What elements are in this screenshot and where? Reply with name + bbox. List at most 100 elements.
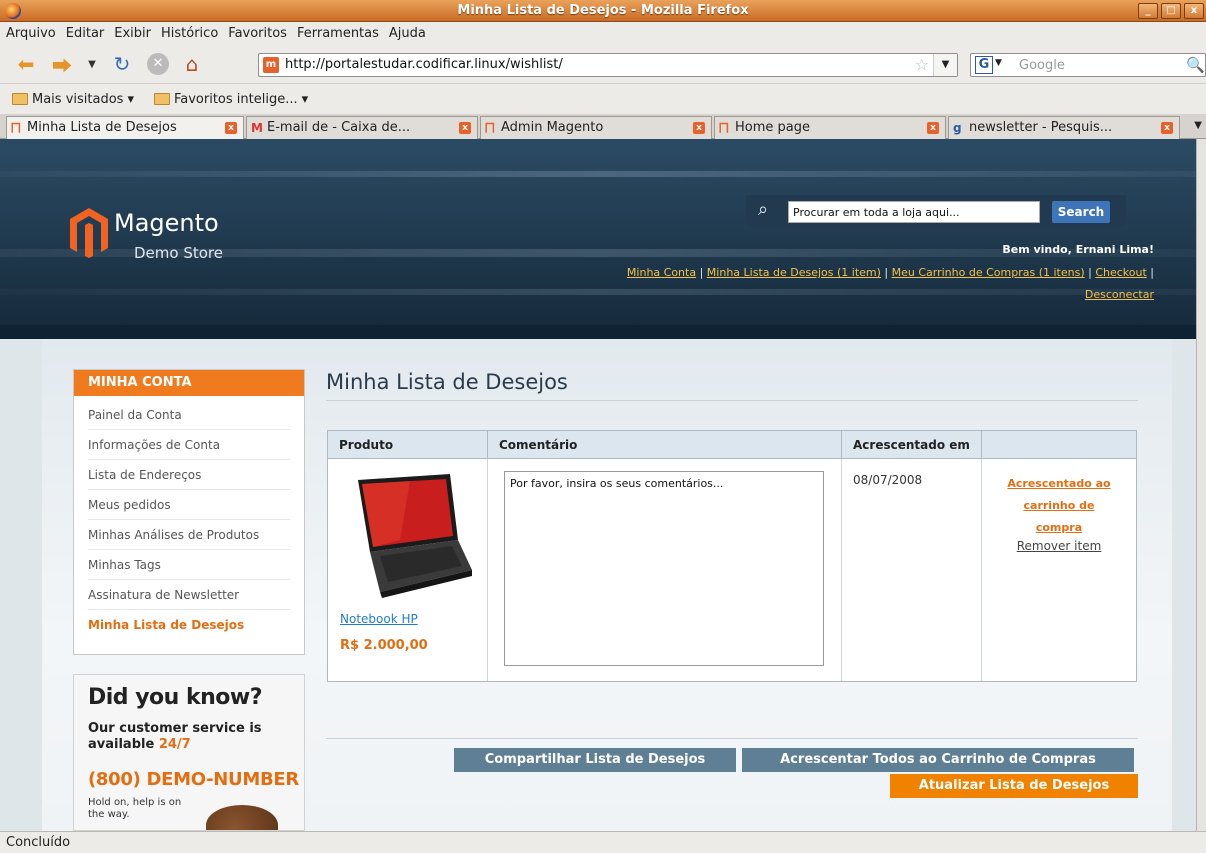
bookmark-favoritos-inteligentes[interactable]: Favoritos intelige... ▾ [153,91,309,107]
url-text[interactable]: http://portalestudar.codificar.linux/wis… [285,57,563,72]
minimize-button[interactable]: _ [1138,3,1158,19]
home-icon[interactable]: ⌂ [180,52,204,76]
menu-exibir[interactable]: Exibir [114,26,151,41]
maximize-button[interactable]: □ [1161,3,1181,19]
google-icon: g [953,121,962,135]
menu-historico[interactable]: Histórico [161,26,218,41]
logo-subtitle: Demo Store [134,244,223,262]
menu-ajuda[interactable]: Ajuda [389,26,426,41]
product-price: R$ 2.000,00 [340,638,428,653]
menu-ferramentas[interactable]: Ferramentas [297,26,379,41]
reload-icon[interactable]: ↻ [110,52,134,76]
chevron-down-icon: ▾ [301,91,309,107]
header-acrescentado: Acrescentado em [842,431,982,459]
header-links: Minha Conta | Minha Lista de Desejos (1 … [626,266,1154,301]
table-header: Produto Comentário Acrescentado em [328,431,1136,459]
link-meu-carrinho[interactable]: Meu Carrinho de Compras (1 itens) [892,266,1085,279]
vertical-scrollbar[interactable] [1196,139,1206,831]
sidebar-item-pedidos[interactable]: Meus pedidos [88,490,290,520]
header-actions [982,431,1136,459]
back-arrow-icon[interactable]: ⬅ [14,52,38,76]
magento-icon: ⨅ [11,121,21,135]
web-search-placeholder: Google [1019,58,1065,73]
sidebar-item-tags[interactable]: Minhas Tags [88,550,290,580]
account-sidebar: MINHA CONTA Painel da Conta Informações … [73,369,305,655]
added-date: 08/07/2008 [853,473,923,487]
search-magnifier-icon[interactable]: 🔍 [1186,56,1205,74]
magento-icon: ⨅ [719,121,729,135]
gmail-icon: M [251,121,263,135]
sidebar-item-lista-desejos[interactable]: Minha Lista de Desejos [88,610,290,640]
magento-logo-icon[interactable] [70,208,108,258]
status-bar: Concluído [0,831,1206,853]
web-search-box[interactable]: G ▼ Google 🔍 [970,53,1206,77]
tab-email[interactable]: M E-mail de - Caixa de... x [246,116,478,139]
laptop-image[interactable] [340,470,474,602]
tab-home-page[interactable]: ⨅ Home page x [714,116,946,139]
dog-image [206,805,278,830]
menu-editar[interactable]: Editar [66,26,105,41]
bookmark-mais-visitados[interactable]: Mais visitados ▾ [12,92,134,107]
url-bar[interactable]: m http://portalestudar.codificar.linux/w… [258,53,958,77]
comment-textarea[interactable]: Por favor, insira os seus comentários... [504,471,824,666]
close-tab-icon[interactable]: x [1161,122,1173,134]
page-title: Minha Lista de Desejos [326,370,568,394]
menu-arquivo[interactable]: Arquivo [6,26,56,41]
close-tab-icon[interactable]: x [459,122,471,134]
history-dropdown-icon[interactable]: ▼ [80,52,104,76]
tab-label: E-mail de - Caixa de... [267,120,411,135]
menu-favoritos[interactable]: Favoritos [228,26,287,41]
cell-date: 08/07/2008 [842,459,982,681]
store-search-input[interactable] [788,201,1040,223]
link-checkout[interactable]: Checkout [1095,266,1146,279]
product-link[interactable]: Notebook HP [340,612,418,626]
sidebar-item-informacoes[interactable]: Informações de Conta [88,430,290,460]
remove-item-link[interactable]: Remover item [982,539,1136,553]
bookmark-star-icon[interactable]: ☆ [915,55,929,74]
tab-list-chevron-icon[interactable]: ▼ [1194,120,1202,131]
buttons-divider [326,738,1138,739]
add-to-cart-link[interactable]: Acrescentado ao carrinho de compra [982,473,1136,539]
close-tab-icon[interactable]: x [693,122,705,134]
tab-admin-magento[interactable]: ⨅ Admin Magento x [480,116,712,139]
tab-label: Admin Magento [501,120,604,135]
customer-service-promo[interactable]: Did you know? Our customer service is av… [73,674,305,831]
logo-name[interactable]: Magento [114,209,219,237]
welcome-message: Bem vindo, Ernani Lima! [1002,243,1154,256]
close-tab-icon[interactable]: x [225,122,237,134]
cell-product: Notebook HP R$ 2.000,00 [328,459,488,681]
search-icon: ⌕ [758,199,769,220]
tab-label: Minha Lista de Desejos [27,120,177,135]
search-button[interactable]: Search [1052,201,1110,223]
store-header [0,139,1196,339]
cell-comment: Por favor, insira os seus comentários... [488,459,842,681]
google-engine-icon[interactable]: G [975,56,993,74]
close-tab-icon[interactable]: x [927,122,939,134]
close-button[interactable]: x [1184,3,1204,19]
header-band [0,325,1196,339]
magento-site-icon: m [263,57,279,73]
sidebar-item-analises[interactable]: Minhas Análises de Produtos [88,520,290,550]
navigation-toolbar: ⬅ ⮕ ▼ ↻ ✕ ⌂ m http://portalestudar.codif… [0,44,1206,84]
window-titlebar: Minha Lista de Desejos - Mozilla Firefox… [0,0,1206,22]
link-desconectar[interactable]: Desconectar [1085,288,1154,301]
sidebar-item-painel[interactable]: Painel da Conta [88,400,290,430]
sidebar-item-newsletter[interactable]: Assinatura de Newsletter [88,580,290,610]
promo-phone: (800) DEMO-NUMBER [88,769,299,790]
forward-arrow-icon[interactable]: ⮕ [50,52,74,78]
link-minha-conta[interactable]: Minha Conta [627,266,696,279]
engine-dropdown-icon[interactable]: ▼ [995,58,1002,68]
store-search: ⌕ Search [746,195,1126,229]
link-minha-lista[interactable]: Minha Lista de Desejos (1 item) [707,266,881,279]
url-dropdown-icon[interactable]: ▼ [933,54,957,76]
share-wishlist-button[interactable]: Compartilhar Lista de Desejos [454,748,736,772]
title-divider [326,400,1138,401]
tab-newsletter[interactable]: g newsletter - Pesquis... x [948,116,1180,139]
promo-heading: Did you know? [88,685,262,710]
add-all-to-cart-button[interactable]: Acrescentar Todos ao Carrinho de Compras [742,748,1134,772]
stop-icon[interactable]: ✕ [146,52,170,76]
update-wishlist-button[interactable]: Atualizar Lista de Desejos [890,774,1138,798]
wishlist-table: Produto Comentário Acrescentado em Noteb… [327,430,1137,682]
tab-minha-lista[interactable]: ⨅ Minha Lista de Desejos x [6,116,244,140]
sidebar-item-enderecos[interactable]: Lista de Endereços [88,460,290,490]
